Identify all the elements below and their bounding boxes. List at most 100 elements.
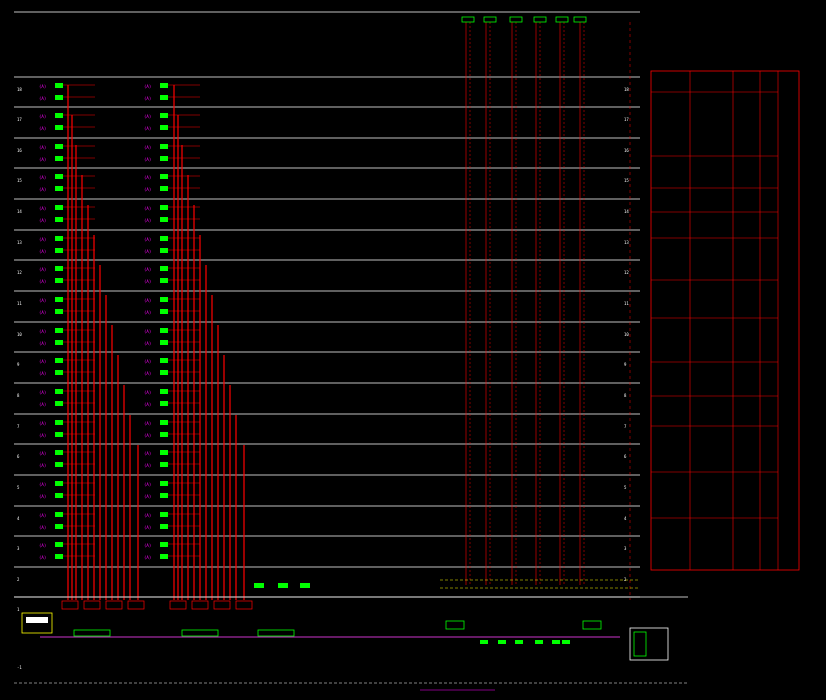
- device-tag: (A): [144, 463, 151, 468]
- device-tag: (A): [144, 114, 151, 119]
- detector-device: [160, 113, 168, 118]
- panel-display: [26, 617, 48, 623]
- device-tag: (A): [144, 237, 151, 242]
- device-tag: (A): [39, 187, 46, 192]
- floor-label-left: 12: [17, 270, 22, 275]
- device-tag: (A): [144, 433, 151, 438]
- device-tag: (A): [39, 249, 46, 254]
- floor-device: [300, 583, 310, 588]
- detector-device: [55, 186, 63, 191]
- detector-device: [55, 248, 63, 253]
- device-tag: (A): [39, 390, 46, 395]
- detector-device: [160, 389, 168, 394]
- device-tag: (A): [144, 279, 151, 284]
- detector-device: [160, 358, 168, 363]
- device-tag: (A): [39, 513, 46, 518]
- device-tag: (A): [39, 494, 46, 499]
- detector-device: [160, 512, 168, 517]
- detector-device: [55, 174, 63, 179]
- detector-device: [55, 113, 63, 118]
- floor-label-left: 16: [17, 148, 22, 153]
- detector-device: [55, 236, 63, 241]
- device-tag: (A): [144, 175, 151, 180]
- device-tag: (A): [144, 451, 151, 456]
- detector-device: [55, 512, 63, 517]
- detector-device: [55, 340, 63, 345]
- terminal-device: [515, 640, 523, 644]
- device-tag: (A): [144, 555, 151, 560]
- floor-label-left: 10: [17, 332, 22, 337]
- device-tag: (A): [144, 371, 151, 376]
- floor-label-right: 17: [624, 117, 629, 122]
- device-tag: (A): [144, 543, 151, 548]
- device-tag: (A): [144, 421, 151, 426]
- device-tag: (A): [39, 84, 46, 89]
- detector-device: [55, 309, 63, 314]
- detector-device: [55, 493, 63, 498]
- device-tag: (A): [39, 279, 46, 284]
- detector-device: [160, 266, 168, 271]
- detector-device: [160, 340, 168, 345]
- fire-alarm-riser-diagram: 18 1817 1716 1615 1514 1413 1312 1211 1110 109 98 8…: [0, 0, 826, 700]
- floor-label-left: 18: [17, 87, 22, 92]
- device-tag: (A): [144, 329, 151, 334]
- device-tag: (A): [39, 451, 46, 456]
- device-tag: (A): [39, 555, 46, 560]
- detector-device: [55, 481, 63, 486]
- detector-device: [55, 297, 63, 302]
- detector-device: [160, 554, 168, 559]
- detector-device: [55, 156, 63, 161]
- device-tag: (A): [144, 525, 151, 530]
- device-tag: (A): [39, 175, 46, 180]
- device-tag: (A): [144, 96, 151, 101]
- device-tag: (A): [39, 543, 46, 548]
- device-tag: (A): [144, 298, 151, 303]
- detector-device: [55, 278, 63, 283]
- device-tag: (A): [144, 494, 151, 499]
- device-tag: (A): [39, 433, 46, 438]
- device-tag: (A): [39, 157, 46, 162]
- detector-device: [160, 450, 168, 455]
- device-tag: (A): [144, 310, 151, 315]
- detector-device: [55, 389, 63, 394]
- device-tag: (A): [144, 482, 151, 487]
- floor-label-right: 16: [624, 148, 629, 153]
- detector-device: [160, 542, 168, 547]
- device-tag: (A): [39, 329, 46, 334]
- device-tag: (A): [39, 482, 46, 487]
- detector-device: [55, 462, 63, 467]
- device-tag: (A): [39, 96, 46, 101]
- device-tag: (A): [144, 206, 151, 211]
- detector-device: [160, 144, 168, 149]
- floor-label-right: 11: [624, 301, 629, 306]
- device-tag: (A): [144, 341, 151, 346]
- detector-device: [55, 205, 63, 210]
- detector-device: [160, 217, 168, 222]
- device-tag: (A): [144, 187, 151, 192]
- detector-device: [160, 462, 168, 467]
- device-tag: (A): [39, 218, 46, 223]
- floor-label-right: 13: [624, 240, 629, 245]
- terminal-device: [552, 640, 560, 644]
- device-tag: (A): [39, 114, 46, 119]
- device-tag: (A): [39, 371, 46, 376]
- terminal-device: [535, 640, 543, 644]
- detector-device: [160, 432, 168, 437]
- detector-device: [55, 370, 63, 375]
- detector-device: [55, 542, 63, 547]
- floor-label-left: 13: [17, 240, 22, 245]
- device-tag: (A): [39, 359, 46, 364]
- detector-device: [160, 370, 168, 375]
- detector-device: [160, 420, 168, 425]
- detector-device: [160, 297, 168, 302]
- detector-device: [160, 309, 168, 314]
- detector-device: [55, 450, 63, 455]
- device-tag: (A): [144, 126, 151, 131]
- floor-label-left: 14: [17, 209, 22, 214]
- device-tag: (A): [39, 237, 46, 242]
- device-tag: (A): [39, 206, 46, 211]
- floor-device: [254, 583, 264, 588]
- device-tag: (A): [39, 298, 46, 303]
- detector-device: [55, 554, 63, 559]
- detector-device: [160, 236, 168, 241]
